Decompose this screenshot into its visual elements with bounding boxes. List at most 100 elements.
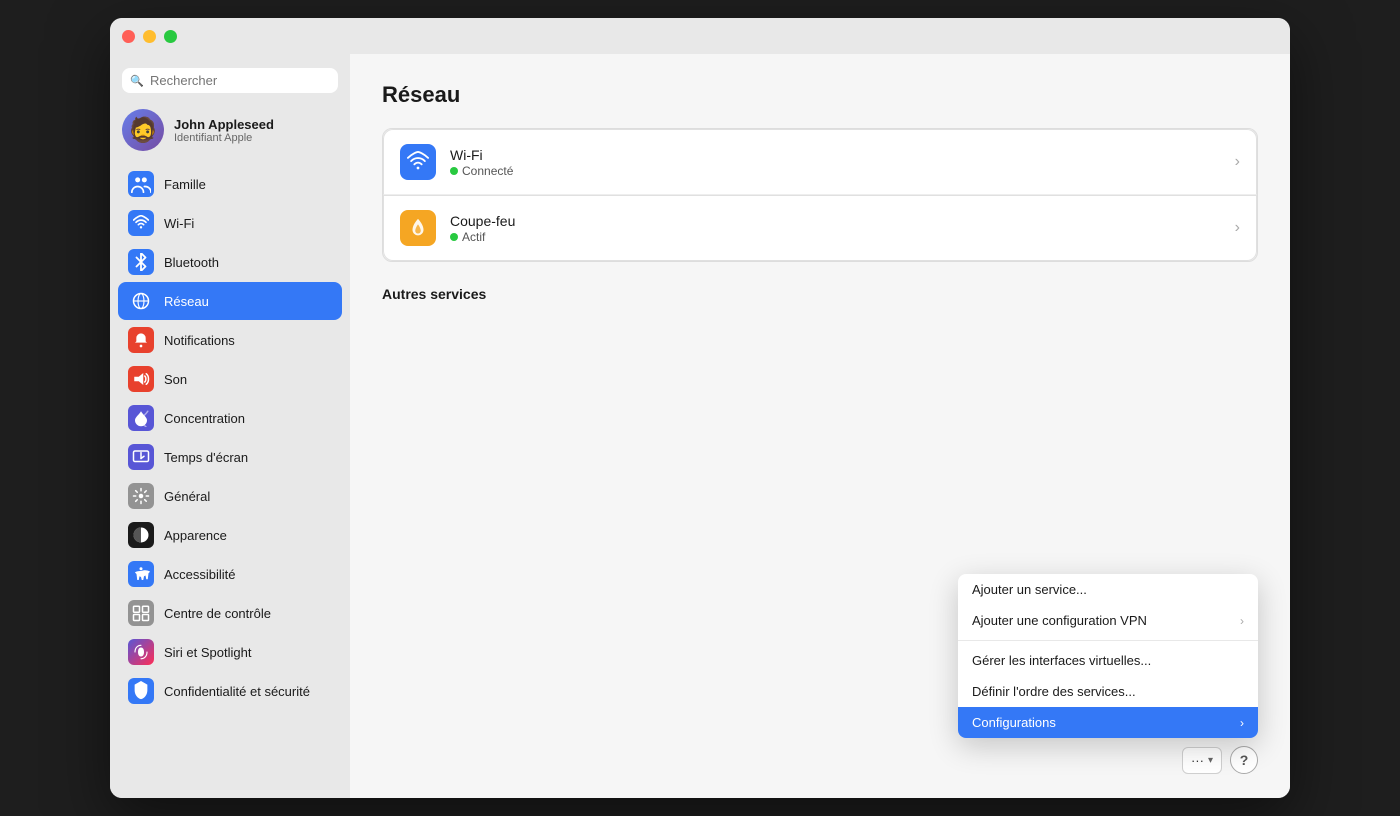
sidebar-item-label-accessibilite: Accessibilité bbox=[164, 567, 236, 582]
sidebar-item-famille[interactable]: Famille bbox=[118, 165, 342, 203]
sidebar-item-label-general: Général bbox=[164, 489, 210, 504]
sidebar-item-label-temps-ecran: Temps d'écran bbox=[164, 450, 248, 465]
sidebar-item-apparence[interactable]: Apparence bbox=[118, 516, 342, 554]
submenu-chevron-icon: › bbox=[1240, 716, 1244, 730]
sidebar-item-temps-ecran[interactable]: Temps d'écran bbox=[118, 438, 342, 476]
confidentialite-icon bbox=[128, 678, 154, 704]
sidebar-item-siri[interactable]: Siri et Spotlight bbox=[118, 633, 342, 671]
sidebar-item-son[interactable]: Son bbox=[118, 360, 342, 398]
search-wrapper: 🔍 bbox=[122, 68, 338, 93]
search-container: 🔍 bbox=[110, 62, 350, 103]
maximize-button[interactable] bbox=[164, 30, 177, 43]
dropdown-item-ajouter-vpn[interactable]: Ajouter une configuration VPN › bbox=[958, 605, 1258, 636]
sidebar-item-label-wifi: Wi-Fi bbox=[164, 216, 194, 231]
wifi-service-name: Wi-Fi bbox=[450, 147, 1235, 163]
bluetooth-icon bbox=[128, 249, 154, 275]
son-icon bbox=[128, 366, 154, 392]
dropdown-item-label-ajouter-vpn: Ajouter une configuration VPN bbox=[972, 613, 1147, 628]
sidebar-item-label-confidentialite: Confidentialité et sécurité bbox=[164, 684, 310, 699]
services-group: Wi-Fi Connecté › bbox=[382, 128, 1258, 262]
main-window: 🔍 🧔 John Appleseed Identifiant Apple Fam bbox=[110, 18, 1290, 798]
firewall-icon bbox=[407, 217, 429, 239]
sidebar-item-label-son: Son bbox=[164, 372, 187, 387]
sidebar-item-label-concentration: Concentration bbox=[164, 411, 245, 426]
dots-label: ··· bbox=[1191, 753, 1204, 768]
sidebar-item-concentration[interactable]: Concentration bbox=[118, 399, 342, 437]
dropdown-menu: Ajouter un service... Ajouter une config… bbox=[958, 574, 1258, 738]
wifi-status-text: Connecté bbox=[462, 164, 513, 178]
sidebar-item-centre-controle[interactable]: Centre de contrôle bbox=[118, 594, 342, 632]
wifi-icon bbox=[128, 210, 154, 236]
dropdown-divider-2 bbox=[958, 640, 1258, 641]
firewall-status-dot bbox=[450, 233, 458, 241]
minimize-button[interactable] bbox=[143, 30, 156, 43]
submenu-chevron-icon: › bbox=[1240, 614, 1244, 628]
general-icon bbox=[128, 483, 154, 509]
apparence-icon bbox=[128, 522, 154, 548]
firewall-status-text: Actif bbox=[462, 230, 485, 244]
autres-services-label: Autres services bbox=[382, 286, 1258, 302]
wifi-service-info: Wi-Fi Connecté bbox=[450, 147, 1235, 178]
help-label: ? bbox=[1240, 752, 1249, 768]
dropdown-item-label-ajouter-service: Ajouter un service... bbox=[972, 582, 1087, 597]
dropdown-item-label-configurations: Configurations bbox=[972, 715, 1056, 730]
sidebar-item-label-siri: Siri et Spotlight bbox=[164, 645, 251, 660]
sidebar-item-wifi[interactable]: Wi-Fi bbox=[118, 204, 342, 242]
bottom-bar: ··· ▾ ? bbox=[1182, 746, 1258, 774]
sidebar: 🔍 🧔 John Appleseed Identifiant Apple Fam bbox=[110, 54, 350, 798]
sidebar-item-notifications[interactable]: Notifications bbox=[118, 321, 342, 359]
search-input[interactable] bbox=[122, 68, 338, 93]
dropdown-item-label-definir-ordre: Définir l'ordre des services... bbox=[972, 684, 1136, 699]
search-icon: 🔍 bbox=[130, 74, 144, 87]
firewall-service-icon-wrap bbox=[400, 210, 436, 246]
siri-icon bbox=[128, 639, 154, 665]
close-button[interactable] bbox=[122, 30, 135, 43]
service-card-firewall[interactable]: Coupe-feu Actif › bbox=[383, 195, 1257, 261]
firewall-chevron-icon: › bbox=[1235, 219, 1240, 237]
chevron-down-icon: ▾ bbox=[1208, 755, 1213, 766]
notifications-icon bbox=[128, 327, 154, 353]
user-name: John Appleseed bbox=[174, 117, 274, 132]
accessibilite-icon bbox=[128, 561, 154, 587]
wifi-chevron-icon: › bbox=[1235, 153, 1240, 171]
sidebar-item-label-famille: Famille bbox=[164, 177, 206, 192]
wifi-status-dot bbox=[450, 167, 458, 175]
sidebar-item-confidentialite[interactable]: Confidentialité et sécurité bbox=[118, 672, 342, 710]
wifi-service-icon-wrap bbox=[400, 144, 436, 180]
sidebar-item-accessibilite[interactable]: Accessibilité bbox=[118, 555, 342, 593]
dropdown-item-definir-ordre[interactable]: Définir l'ordre des services... bbox=[958, 676, 1258, 707]
wifi-service-status: Connecté bbox=[450, 164, 1235, 178]
concentration-icon bbox=[128, 405, 154, 431]
firewall-service-name: Coupe-feu bbox=[450, 213, 1235, 229]
sidebar-items: Famille Wi-Fi Bluetooth Réseau Notificat… bbox=[110, 163, 350, 713]
dropdown-item-ajouter-service[interactable]: Ajouter un service... bbox=[958, 574, 1258, 605]
dropdown-item-configurations[interactable]: Configurations › bbox=[958, 707, 1258, 738]
more-options-button[interactable]: ··· ▾ bbox=[1182, 747, 1222, 774]
firewall-service-info: Coupe-feu Actif bbox=[450, 213, 1235, 244]
temps-ecran-icon bbox=[128, 444, 154, 470]
help-button[interactable]: ? bbox=[1230, 746, 1258, 774]
user-info: John Appleseed Identifiant Apple bbox=[174, 117, 274, 144]
sidebar-item-label-reseau: Réseau bbox=[164, 294, 209, 309]
main-content: Réseau Wi-Fi bbox=[350, 54, 1290, 798]
sidebar-item-label-bluetooth: Bluetooth bbox=[164, 255, 219, 270]
user-subtitle: Identifiant Apple bbox=[174, 132, 274, 144]
service-card-wifi[interactable]: Wi-Fi Connecté › bbox=[383, 129, 1257, 195]
sidebar-item-bluetooth[interactable]: Bluetooth bbox=[118, 243, 342, 281]
content-area: 🔍 🧔 John Appleseed Identifiant Apple Fam bbox=[110, 54, 1290, 798]
sidebar-item-general[interactable]: Général bbox=[118, 477, 342, 515]
page-title: Réseau bbox=[382, 82, 1258, 108]
reseau-icon bbox=[128, 288, 154, 314]
firewall-service-status: Actif bbox=[450, 230, 1235, 244]
sidebar-item-reseau[interactable]: Réseau bbox=[118, 282, 342, 320]
sidebar-item-label-centre-controle: Centre de contrôle bbox=[164, 606, 271, 621]
user-profile[interactable]: 🧔 John Appleseed Identifiant Apple bbox=[110, 103, 350, 163]
dropdown-item-gerer-interfaces[interactable]: Gérer les interfaces virtuelles... bbox=[958, 645, 1258, 676]
wifi-icon bbox=[407, 151, 429, 173]
famille-icon bbox=[128, 171, 154, 197]
titlebar bbox=[110, 18, 1290, 54]
dropdown-item-label-gerer-interfaces: Gérer les interfaces virtuelles... bbox=[972, 653, 1151, 668]
sidebar-item-label-notifications: Notifications bbox=[164, 333, 235, 348]
avatar: 🧔 bbox=[122, 109, 164, 151]
centre-controle-icon bbox=[128, 600, 154, 626]
